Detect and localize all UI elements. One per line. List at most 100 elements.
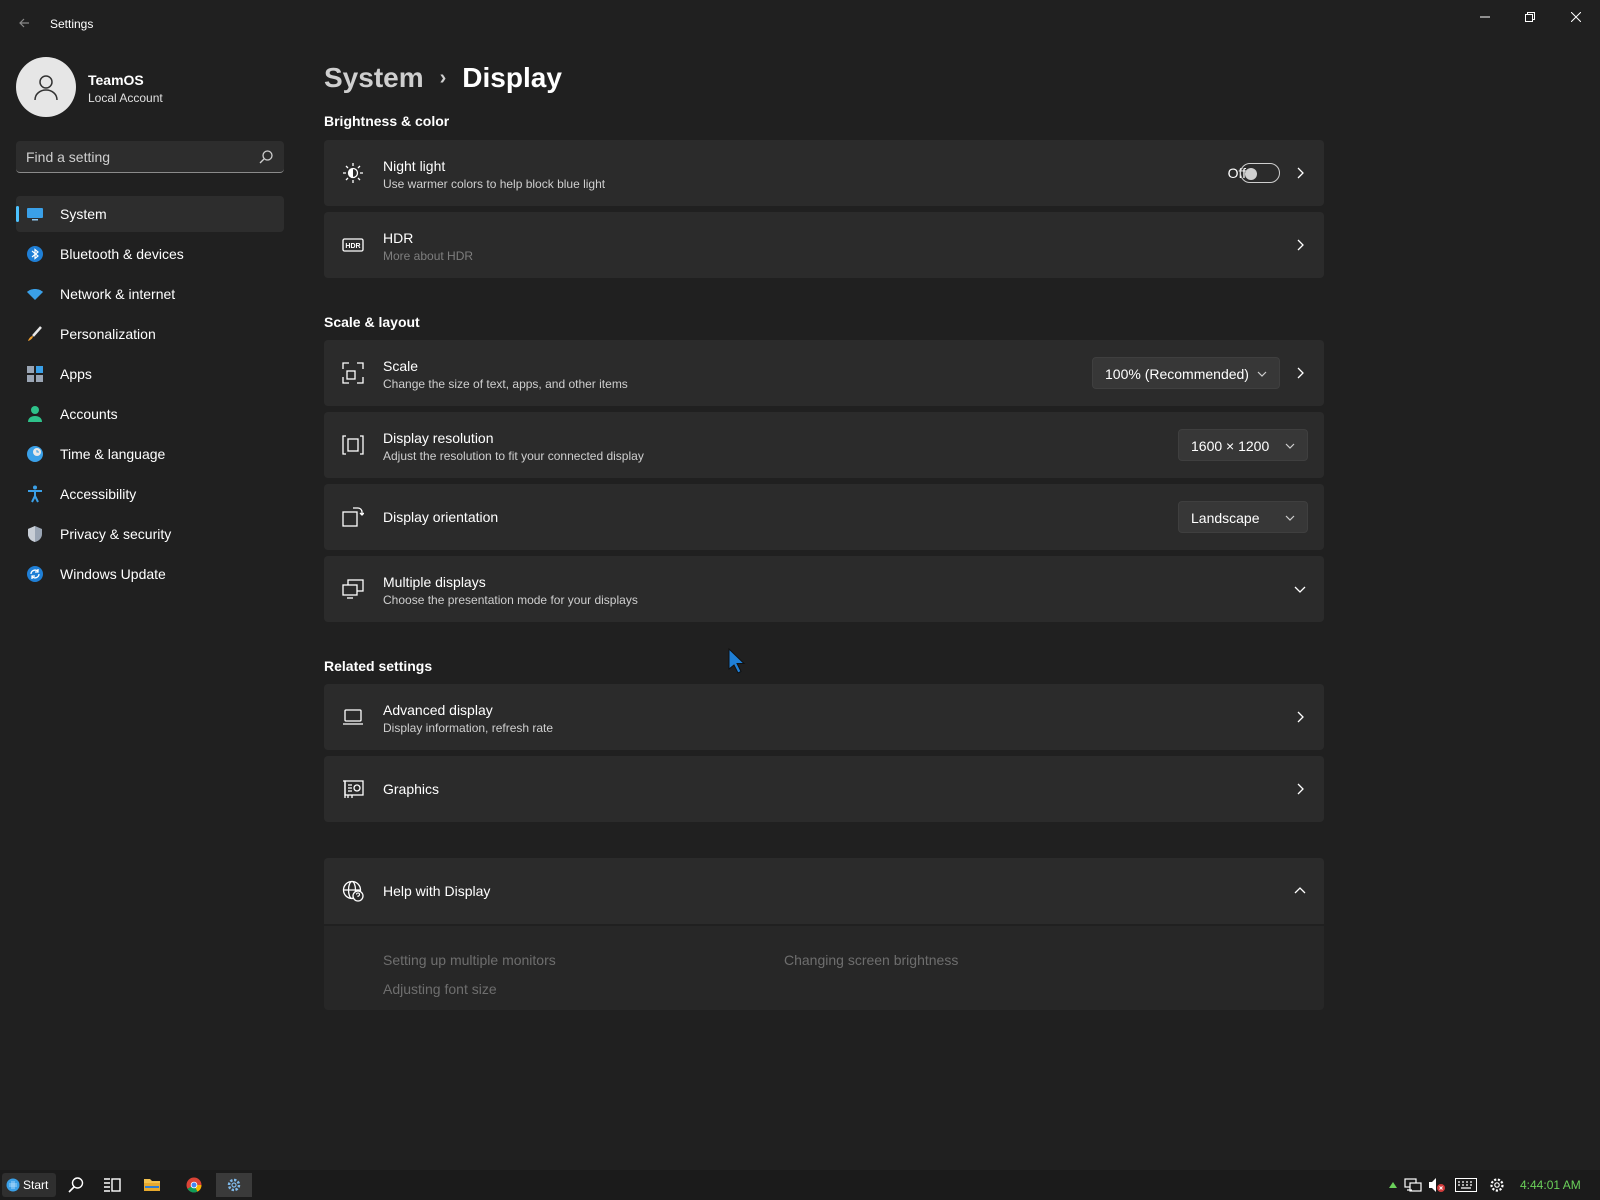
folder-icon (144, 1179, 160, 1191)
hdr-icon: HDR (342, 238, 364, 252)
close-button[interactable] (1553, 6, 1599, 28)
sidebar-item-bluetooth[interactable]: Bluetooth & devices (16, 236, 284, 272)
hdr-subtitle[interactable]: More about HDR (383, 249, 473, 263)
advanced-display-card[interactable]: Advanced display Display information, re… (324, 684, 1324, 750)
search-icon (68, 1177, 84, 1193)
back-button[interactable] (14, 14, 34, 34)
help-with-display-card[interactable]: Help with Display (324, 858, 1324, 924)
file-explorer-button[interactable] (134, 1173, 170, 1197)
chevron-right-icon (1297, 711, 1304, 723)
graphics-card-icon (343, 780, 364, 798)
help-link[interactable]: Changing screen brightness (784, 952, 958, 968)
sidebar-item-label: Windows Update (60, 566, 166, 582)
volume-muted-icon[interactable] (1428, 1177, 1446, 1193)
start-button[interactable]: Start (2, 1173, 56, 1197)
update-icon (27, 566, 43, 582)
section-title-scale-layout: Scale & layout (324, 314, 420, 330)
minimize-icon (1480, 16, 1490, 18)
night-light-card[interactable]: Night light Use warmer colors to help bl… (324, 140, 1324, 206)
sidebar-item-apps[interactable]: Apps (16, 356, 284, 392)
network-icon[interactable] (1404, 1177, 1422, 1193)
settings-taskbar-button[interactable] (216, 1173, 252, 1197)
title-bar: Settings (0, 0, 1600, 50)
multiple-displays-card[interactable]: Multiple displays Choose the presentatio… (324, 556, 1324, 622)
minimize-button[interactable] (1462, 6, 1508, 28)
taskbar-clock[interactable]: 4:44:01 AM (1520, 1178, 1581, 1192)
chevron-right-icon (1297, 783, 1304, 795)
sidebar-item-label: Personalization (60, 326, 156, 342)
search-input[interactable] (26, 148, 246, 166)
avatar[interactable] (16, 57, 76, 117)
orientation-dropdown[interactable]: Landscape (1178, 501, 1308, 533)
scale-card[interactable]: Scale Change the size of text, apps, and… (324, 340, 1324, 406)
scale-icon (342, 362, 364, 384)
sidebar-item-personalization[interactable]: Personalization (16, 316, 284, 352)
sidebar-item-system[interactable]: System (16, 196, 284, 232)
tray-expand-icon[interactable] (1384, 1177, 1402, 1193)
sidebar-item-time-language[interactable]: Time & language (16, 436, 284, 472)
mouse-cursor-icon (728, 648, 746, 674)
globe-help-icon (342, 880, 364, 902)
sidebar-item-accessibility[interactable]: Accessibility (16, 476, 284, 512)
apps-icon (27, 366, 43, 382)
chevron-down-icon[interactable] (1294, 583, 1306, 595)
sidebar-item-label: System (60, 206, 107, 222)
sidebar-item-label: Accessibility (60, 486, 137, 502)
toggle-knob (1245, 168, 1257, 180)
chevron-right-icon (1297, 239, 1304, 251)
chrome-icon (186, 1177, 202, 1193)
sidebar-item-label: Time & language (60, 446, 166, 462)
section-title-related: Related settings (324, 658, 433, 674)
sidebar-nav: System Bluetooth & devices Network & int… (16, 196, 284, 596)
graphics-card[interactable]: Graphics (324, 756, 1324, 822)
graphics-title: Graphics (383, 781, 440, 797)
hdr-title: HDR (383, 230, 414, 246)
gear-icon[interactable] (1488, 1177, 1506, 1193)
user-profile[interactable]: TeamOS Local Account (16, 57, 286, 117)
night-light-toggle[interactable] (1240, 163, 1280, 183)
page-title: Display (462, 62, 562, 93)
display-resolution-subtitle: Adjust the resolution to fit your connec… (383, 449, 644, 463)
svg-text:HDR: HDR (345, 243, 360, 250)
search-icon[interactable] (258, 149, 274, 165)
keyboard-icon[interactable] (1454, 1177, 1478, 1193)
scale-dropdown[interactable]: 100% (Recommended) (1092, 357, 1280, 389)
section-title-brightness: Brightness & color (324, 113, 450, 129)
sidebar-item-label: Apps (60, 366, 92, 382)
sidebar-item-windows-update[interactable]: Windows Update (16, 556, 284, 592)
multiple-displays-subtitle: Choose the presentation mode for your di… (383, 593, 638, 607)
sidebar-item-privacy[interactable]: Privacy & security (16, 516, 284, 552)
chevron-up-icon[interactable] (1294, 885, 1306, 897)
restore-button[interactable] (1507, 6, 1553, 28)
advanced-display-subtitle: Display information, refresh rate (383, 721, 554, 735)
accessibility-icon (28, 485, 42, 503)
chrome-button[interactable] (176, 1173, 212, 1197)
multiple-displays-icon (342, 579, 364, 599)
person-icon (28, 406, 42, 422)
chevron-down-icon (1285, 443, 1295, 449)
account-type: Local Account (88, 91, 163, 105)
wifi-icon (27, 289, 43, 300)
taskbar-search-button[interactable] (58, 1173, 94, 1197)
start-orb-icon (6, 1178, 20, 1192)
sidebar-item-accounts[interactable]: Accounts (16, 396, 284, 432)
night-light-subtitle: Use warmer colors to help block blue lig… (383, 177, 606, 191)
task-view-icon (104, 1178, 121, 1192)
back-arrow-icon (19, 18, 29, 28)
display-orientation-title: Display orientation (383, 509, 499, 525)
sidebar-item-network[interactable]: Network & internet (16, 276, 284, 312)
resolution-icon (342, 435, 364, 455)
hdr-card[interactable]: HDR HDR More about HDR (324, 212, 1324, 278)
help-link[interactable]: Setting up multiple monitors (383, 952, 556, 968)
help-link[interactable]: Adjusting font size (383, 981, 497, 997)
task-view-button[interactable] (94, 1173, 130, 1197)
night-light-title: Night light (383, 158, 446, 174)
chevron-down-icon (1285, 515, 1295, 521)
resolution-dropdown[interactable]: 1600 × 1200 (1178, 429, 1308, 461)
sidebar-item-label: Network & internet (60, 286, 176, 302)
night-light-icon (343, 163, 363, 183)
breadcrumb-parent[interactable]: System (324, 62, 424, 94)
user-name: TeamOS (88, 72, 144, 88)
search-box[interactable] (16, 141, 284, 173)
gear-icon (227, 1178, 241, 1192)
